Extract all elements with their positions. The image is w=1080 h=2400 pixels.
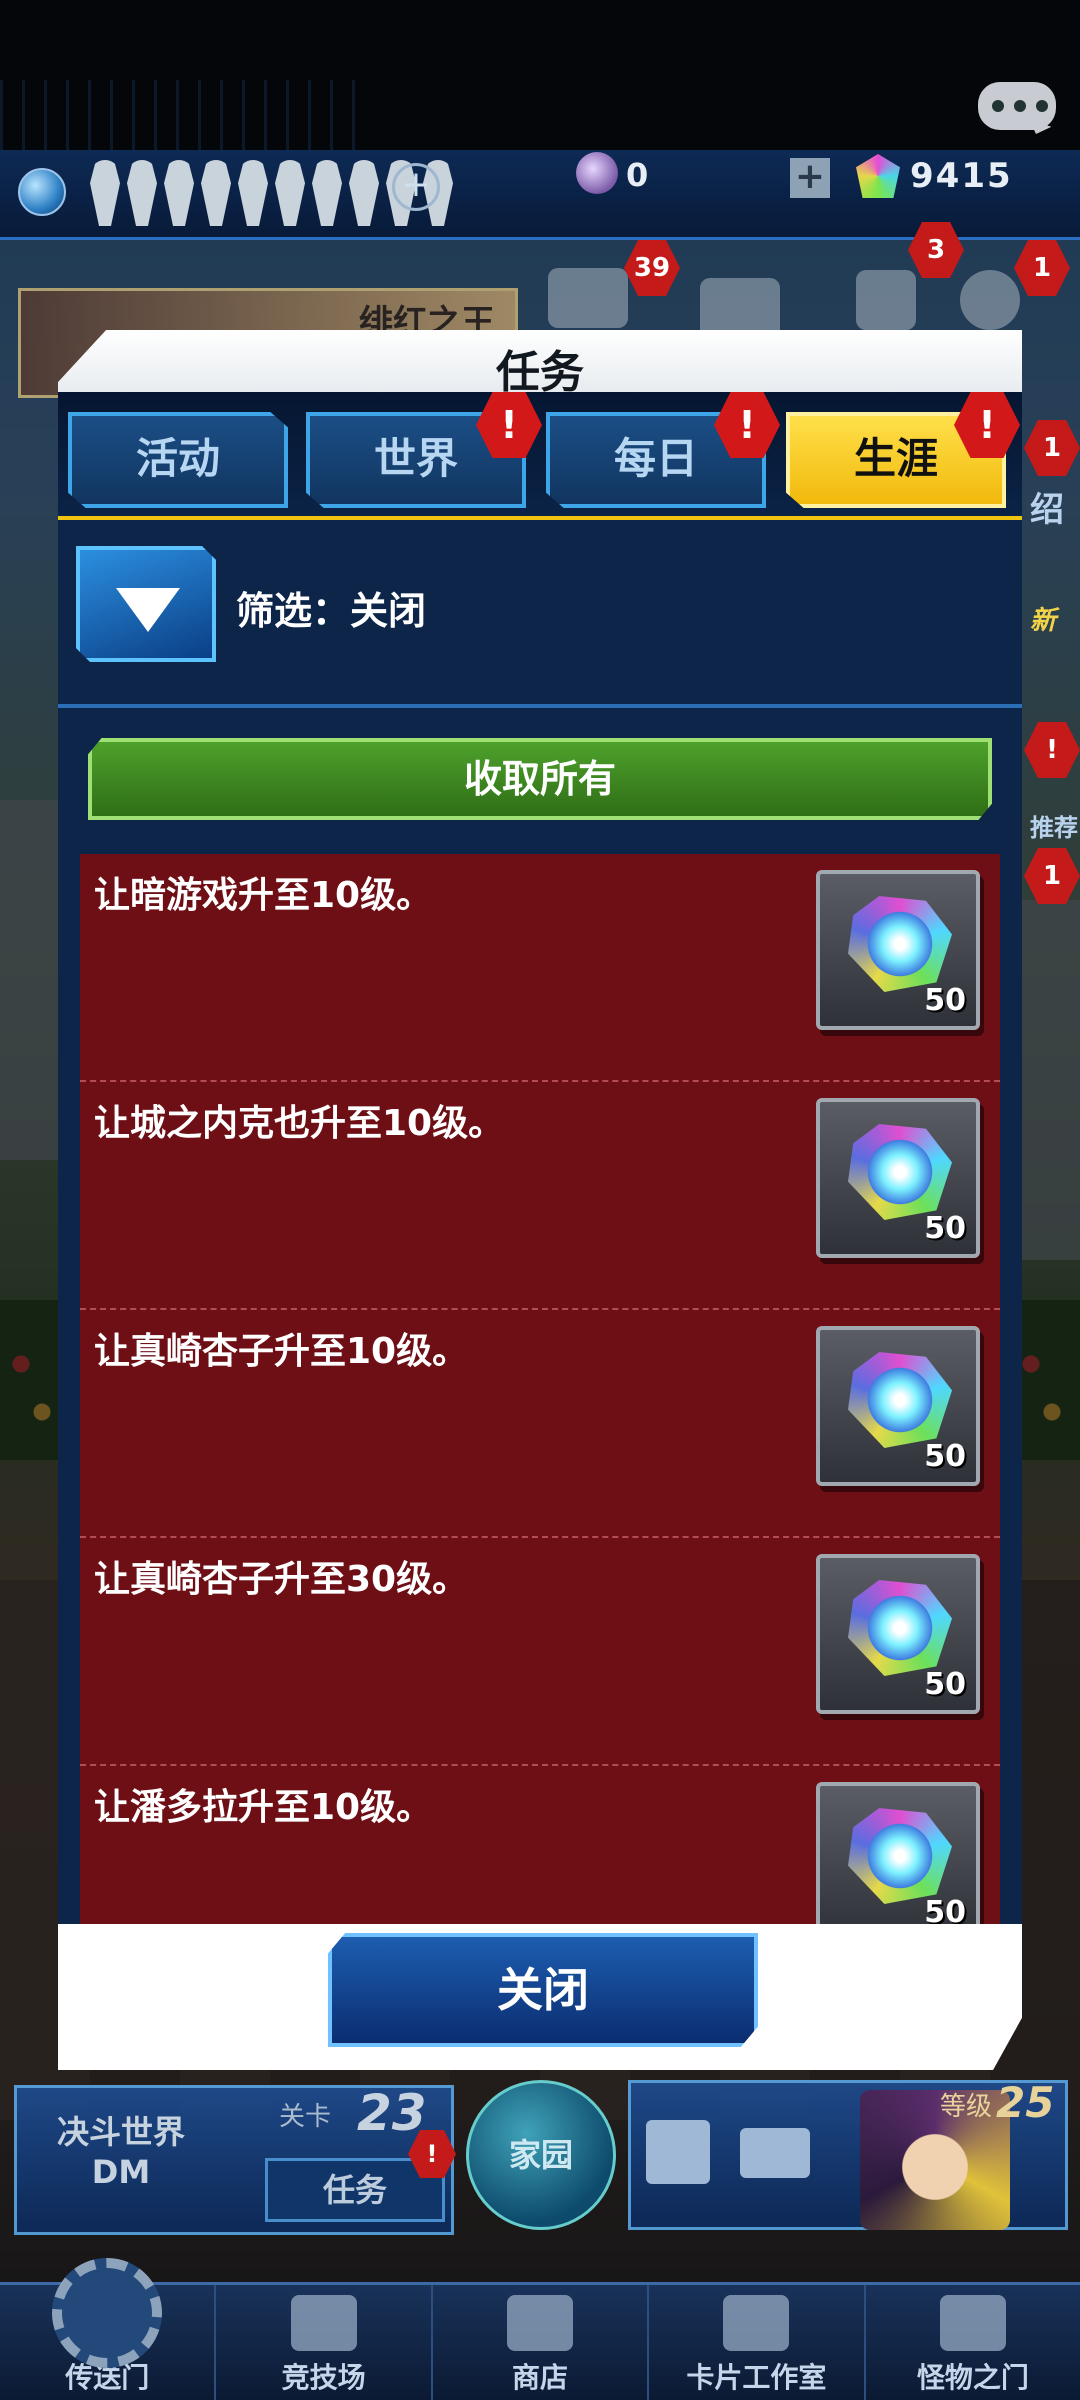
filter-toggle-button[interactable] [76, 546, 216, 662]
crossed-swords-icon [290, 2295, 357, 2351]
orb-icon [576, 152, 618, 194]
close-label: 关闭 [497, 1963, 589, 2017]
cards-icon [723, 2295, 790, 2351]
globe-icon[interactable] [18, 168, 66, 216]
reward-box[interactable]: 50 [816, 1098, 980, 1258]
filter-row: 筛选：关闭 [58, 524, 1022, 708]
stage-label: 关卡 [279, 2102, 332, 2132]
mission-description: 让城之内克也升至10级。 [94, 1103, 505, 1144]
mission-dialog: 任务 活动 世界 每日 生涯 筛选：关闭 收取所有 让暗游戏升至10级。 50 … [58, 330, 1022, 2070]
gem-icon [848, 1580, 952, 1676]
cart-icon [507, 2295, 574, 2351]
mission-item[interactable]: 让潘多拉升至10级。 50 [80, 1766, 1000, 1924]
nav-label: 卡片工作室 [686, 2361, 827, 2394]
mission-item[interactable]: 让暗游戏升至10级。 50 [80, 854, 1000, 1082]
dialog-header: 任务 [58, 330, 1022, 398]
tab-label: 活动 [135, 434, 220, 483]
mission-item[interactable]: 让真崎杏子升至10级。 50 [80, 1310, 1000, 1538]
stage-number: 23 [357, 2084, 427, 2142]
duel-world-panel[interactable]: 决斗世界 DM 关卡 23 任务 [14, 2084, 454, 2235]
reward-box[interactable]: 50 [816, 1326, 980, 1486]
reward-count: 50 [924, 1895, 966, 1924]
dialog-body: 活动 世界 每日 生涯 筛选：关闭 收取所有 让暗游戏升至10级。 50 让城之… [58, 392, 1022, 1924]
add-stamina-button[interactable]: + [392, 163, 440, 211]
close-button[interactable]: 关闭 [328, 1933, 758, 2047]
reward-box[interactable]: 50 [816, 1554, 980, 1714]
orb-count: 0 [626, 156, 649, 194]
reward-count: 50 [924, 1211, 966, 1246]
gem-icon [848, 1124, 952, 1220]
level-number: 25 [996, 2078, 1055, 2127]
nav-label: 竞技场 [281, 2361, 366, 2394]
mission-description: 让暗游戏升至10级。 [94, 875, 433, 916]
gem-icon [848, 1352, 952, 1448]
home-button[interactable]: 家园 [466, 2080, 616, 2230]
duel-disk-deck-icon[interactable] [740, 2128, 810, 2178]
reward-count: 50 [924, 1439, 966, 1474]
collect-all-button[interactable]: 收取所有 [88, 738, 992, 820]
mission-item[interactable]: 让城之内克也升至10级。 50 [80, 1082, 1000, 1310]
mission-description: 让潘多拉升至10级。 [94, 1787, 433, 1828]
gear-icon[interactable] [52, 2258, 162, 2368]
triangle-down-icon [116, 588, 180, 632]
mail-icon[interactable] [700, 278, 780, 338]
world-name-line2: DM [91, 2153, 151, 2191]
nav-label: 怪物之门 [916, 2361, 1029, 2394]
level-label: 等级 [940, 2092, 993, 2122]
deck-icon[interactable] [646, 2120, 710, 2184]
mission-tabs: 活动 世界 每日 生涯 [58, 392, 1022, 520]
collect-all-label: 收取所有 [463, 757, 616, 801]
world-name: 决斗世界 DM [57, 2112, 185, 2192]
reward-box[interactable]: 50 [816, 870, 980, 1030]
friends-icon[interactable] [856, 270, 916, 330]
bottom-nav: 传送门 竞技场 商店 卡片工作室 怪物之门 [0, 2282, 1080, 2400]
tab-event[interactable]: 活动 [68, 412, 288, 508]
mission-description: 让真崎杏子升至10级。 [94, 1331, 469, 1372]
nav-item-arena[interactable]: 竞技场 [216, 2285, 433, 2400]
dialog-title: 任务 [496, 347, 584, 398]
home-label: 家园 [508, 2136, 573, 2174]
mission-description: 让真崎杏子升至30级。 [94, 1559, 469, 1600]
mission-list[interactable]: 让暗游戏升至10级。 50 让城之内克也升至10级。 50 让真崎杏子升至10级… [80, 854, 1000, 1924]
gem-icon [848, 896, 952, 992]
nav-item-monster-gate[interactable]: 怪物之门 [866, 2285, 1080, 2400]
side-new-tag: 新 [1030, 606, 1057, 636]
circuit-decoration [0, 80, 360, 150]
world-name-line1: 决斗世界 [57, 2113, 186, 2151]
add-gems-button[interactable]: + [790, 158, 830, 198]
duel-disk-icon[interactable] [548, 268, 628, 328]
side-recommend-tag: 推荐 [1030, 814, 1078, 842]
nav-item-shop[interactable]: 商店 [433, 2285, 650, 2400]
side-menu-label: 绍 [1030, 490, 1064, 530]
gem-icon [848, 1808, 952, 1904]
filter-status: 筛选：关闭 [236, 589, 427, 633]
mission-item[interactable]: 让真崎杏子升至30级。 50 [80, 1538, 1000, 1766]
gem-count: 9415 [910, 156, 1013, 196]
reward-count: 50 [924, 983, 966, 1018]
chat-icon[interactable] [978, 82, 1056, 130]
reward-count: 50 [924, 1667, 966, 1702]
monster-gate-icon [939, 2295, 1006, 2351]
reward-box[interactable]: 50 [816, 1782, 980, 1924]
nav-item-card-studio[interactable]: 卡片工作室 [649, 2285, 866, 2400]
settings-icon[interactable] [960, 270, 1020, 330]
nav-label: 商店 [512, 2361, 569, 2394]
